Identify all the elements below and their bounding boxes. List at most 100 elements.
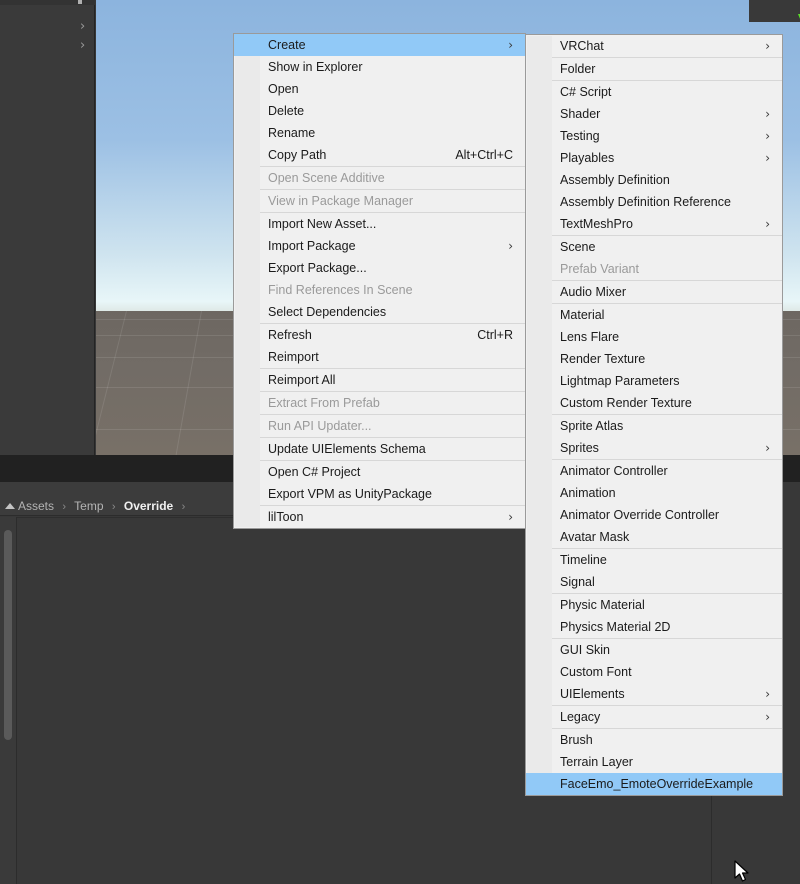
menu-item-export-vpm-as-unitypackage[interactable]: Export VPM as UnityPackage — [234, 483, 525, 505]
hierarchy-panel[interactable]: › › — [0, 0, 95, 455]
create-submenu-items: VRChat›FolderC# ScriptShader›Testing›Pla… — [526, 35, 782, 795]
menu-item-label: View in Package Manager — [268, 194, 413, 208]
chevron-right-icon: › — [745, 442, 770, 454]
menu-item-label: Copy Path — [268, 148, 326, 162]
chevron-right-icon[interactable]: › — [80, 20, 85, 33]
menu-item-label: Run API Updater... — [268, 419, 372, 433]
chevron-right-icon[interactable]: › — [80, 39, 85, 52]
unity-editor-window: › › y Assets › — [0, 0, 800, 884]
menu-item-folder[interactable]: Folder — [526, 58, 782, 80]
menu-item-label: Legacy — [560, 710, 600, 724]
menu-item-label: Brush — [560, 733, 593, 747]
menu-item-c-script[interactable]: C# Script — [526, 81, 782, 103]
menu-item-label: Material — [560, 308, 604, 322]
menu-item-label: Import Package — [268, 239, 356, 253]
menu-item-import-package[interactable]: Import Package› — [234, 235, 525, 257]
menu-item-custom-font[interactable]: Custom Font — [526, 661, 782, 683]
menu-item-shortcut: Alt+Ctrl+C — [435, 148, 513, 162]
menu-item-gui-skin[interactable]: GUI Skin — [526, 639, 782, 661]
menu-item-physic-material[interactable]: Physic Material — [526, 594, 782, 616]
scene-toolbar-backdrop — [749, 0, 800, 22]
breadcrumb-separator-icon: › — [112, 501, 116, 513]
menu-item-label: Prefab Variant — [560, 262, 639, 276]
menu-item-assembly-definition-reference[interactable]: Assembly Definition Reference — [526, 191, 782, 213]
menu-item-create[interactable]: Create› — [234, 34, 525, 56]
menu-item-physics-material-2d[interactable]: Physics Material 2D — [526, 616, 782, 638]
menu-item-material[interactable]: Material — [526, 304, 782, 326]
menu-item-shader[interactable]: Shader › — [526, 103, 782, 125]
hierarchy-panel-marker — [78, 0, 82, 4]
menu-item-textmeshpro[interactable]: TextMeshPro› — [526, 213, 782, 235]
breadcrumb-collapse-icon[interactable] — [5, 503, 15, 509]
menu-item-faceemo-emoteoverrideexample[interactable]: FaceEmo_EmoteOverrideExample — [526, 773, 782, 795]
menu-item-animation[interactable]: Animation — [526, 482, 782, 504]
breadcrumb-separator-icon: › — [62, 501, 66, 513]
menu-item-reimport-all[interactable]: Reimport All — [234, 369, 525, 391]
menu-item-label: Audio Mixer — [560, 285, 626, 299]
menu-item-assembly-definition[interactable]: Assembly Definition — [526, 169, 782, 191]
chevron-right-icon: › — [745, 711, 770, 723]
menu-item-label: Delete — [268, 104, 304, 118]
menu-item-render-texture[interactable]: Render Texture — [526, 348, 782, 370]
menu-item-show-in-explorer[interactable]: Show in Explorer — [234, 56, 525, 78]
menu-item-import-new-asset[interactable]: Import New Asset... — [234, 213, 525, 235]
menu-item-label: VRChat — [560, 39, 604, 53]
menu-item-terrain-layer[interactable]: Terrain Layer — [526, 751, 782, 773]
breadcrumb-item-temp[interactable]: Temp — [74, 499, 103, 513]
asset-context-menu[interactable]: Create›Show in ExplorerOpenDeleteRenameC… — [233, 33, 526, 529]
menu-item-label: Animation — [560, 486, 616, 500]
menu-item-refresh[interactable]: RefreshCtrl+R — [234, 324, 525, 346]
menu-item-export-package[interactable]: Export Package... — [234, 257, 525, 279]
chevron-right-icon: › — [745, 108, 770, 120]
menu-item-open[interactable]: Open — [234, 78, 525, 100]
menu-item-label: Scene — [560, 240, 595, 254]
menu-item-vrchat[interactable]: VRChat › — [526, 35, 782, 57]
menu-item-update-uielements-schema[interactable]: Update UIElements Schema — [234, 438, 525, 460]
menu-item-timeline[interactable]: Timeline — [526, 549, 782, 571]
menu-item-rename[interactable]: Rename — [234, 122, 525, 144]
create-submenu[interactable]: VRChat›FolderC# ScriptShader›Testing›Pla… — [525, 34, 783, 796]
menu-item-playables[interactable]: Playables› — [526, 147, 782, 169]
menu-item-view-in-package-manager: View in Package Manager — [234, 190, 525, 212]
menu-item-label: Sprites — [560, 441, 599, 455]
menu-item-label: Custom Font — [560, 665, 632, 679]
scrollbar-thumb[interactable] — [4, 530, 12, 740]
menu-item-brush[interactable]: Brush — [526, 729, 782, 751]
menu-item-label: Open — [268, 82, 299, 96]
menu-item-custom-render-texture[interactable]: Custom Render Texture — [526, 392, 782, 414]
menu-item-prefab-variant: Prefab Variant — [526, 258, 782, 280]
menu-item-sprites[interactable]: Sprites › — [526, 437, 782, 459]
menu-item-label: Export VPM as UnityPackage — [268, 487, 432, 501]
menu-item-label: Physic Material — [560, 598, 645, 612]
menu-item-signal[interactable]: Signal — [526, 571, 782, 593]
menu-item-liltoon[interactable]: lilToon› — [234, 506, 525, 528]
menu-item-label: Create — [268, 38, 306, 52]
menu-item-sprite-atlas[interactable]: Sprite Atlas — [526, 415, 782, 437]
menu-item-select-dependencies[interactable]: Select Dependencies — [234, 301, 525, 323]
menu-item-delete[interactable]: Delete — [234, 100, 525, 122]
menu-item-avatar-mask[interactable]: Avatar Mask — [526, 526, 782, 548]
menu-item-label: Lightmap Parameters — [560, 374, 680, 388]
menu-item-audio-mixer[interactable]: Audio Mixer — [526, 281, 782, 303]
menu-item-reimport[interactable]: Reimport — [234, 346, 525, 368]
menu-item-legacy[interactable]: Legacy › — [526, 706, 782, 728]
menu-item-label: UIElements — [560, 687, 625, 701]
chevron-right-icon: › — [745, 130, 770, 142]
menu-item-animator-controller[interactable]: Animator Controller — [526, 460, 782, 482]
menu-item-label: Shader — [560, 107, 600, 121]
menu-item-shortcut: Ctrl+R — [457, 328, 513, 342]
menu-item-uielements[interactable]: UIElements› — [526, 683, 782, 705]
menu-item-copy-path[interactable]: Copy Path Alt+Ctrl+C — [234, 144, 525, 166]
menu-item-animator-override-controller[interactable]: Animator Override Controller — [526, 504, 782, 526]
menu-item-scene[interactable]: Scene — [526, 236, 782, 258]
menu-item-open-c-project[interactable]: Open C# Project — [234, 461, 525, 483]
breadcrumb-item-assets[interactable]: Assets — [18, 499, 54, 513]
menu-item-testing[interactable]: Testing› — [526, 125, 782, 147]
menu-item-lens-flare[interactable]: Lens Flare — [526, 326, 782, 348]
menu-item-label: Folder — [560, 62, 595, 76]
menu-item-label: Signal — [560, 575, 595, 589]
menu-item-label: TextMeshPro — [560, 217, 633, 231]
menu-item-lightmap-parameters[interactable]: Lightmap Parameters — [526, 370, 782, 392]
chevron-right-icon: › — [745, 40, 770, 52]
breadcrumb-item-override[interactable]: Override — [124, 499, 173, 513]
